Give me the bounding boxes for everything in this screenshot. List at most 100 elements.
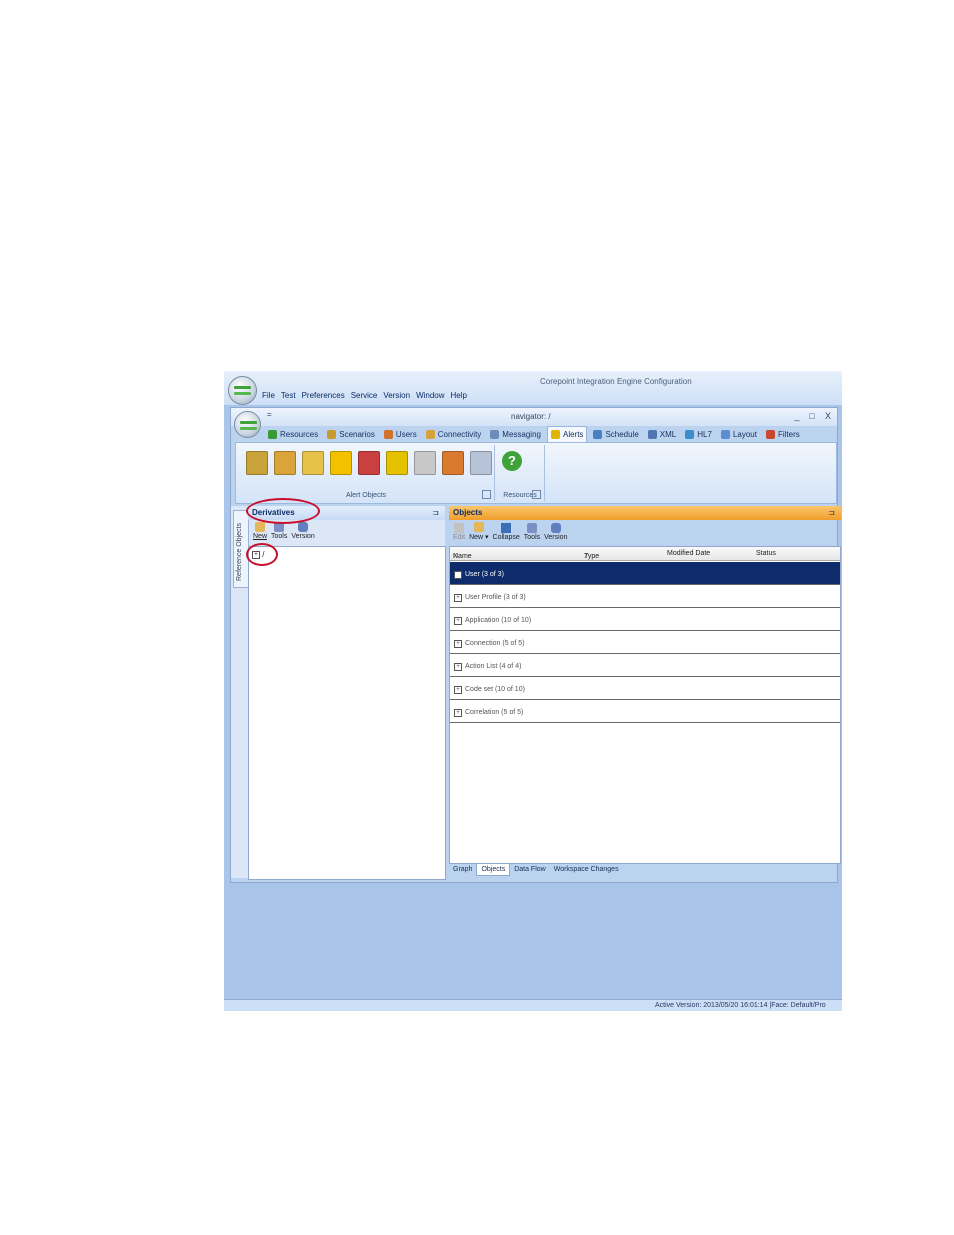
menu-file[interactable]: File [262, 391, 275, 400]
group-row[interactable]: + Correlation (5 of 5) [450, 700, 840, 723]
new-icon [255, 522, 265, 532]
annotation-circle [246, 543, 278, 566]
alert-mail-icon[interactable] [414, 451, 436, 475]
alert-folder-icon[interactable] [302, 451, 324, 475]
resources-icon [268, 429, 277, 439]
menu-test[interactable]: Test [281, 391, 296, 400]
expand-icon[interactable]: + [454, 640, 462, 648]
version-button[interactable]: Version [544, 523, 567, 541]
alert-flag-icon[interactable] [386, 451, 408, 475]
navigator-title: navigator: / [511, 412, 551, 421]
tab-xml[interactable]: XML [645, 426, 679, 442]
grid-header: Name ⁄ Type ⁄ Modified Date Status [450, 547, 840, 561]
expand-icon[interactable]: + [454, 686, 462, 694]
tab-scenarios[interactable]: Scenarios [324, 426, 378, 442]
bottom-tab-data-flow[interactable]: Data Flow [510, 864, 550, 876]
quick-access-toolbar[interactable]: = [267, 410, 272, 419]
navigator-orb-button[interactable] [234, 411, 261, 438]
bottom-tab-workspace-changes[interactable]: Workspace Changes [550, 864, 623, 876]
xml-icon [647, 429, 657, 439]
alert-thermometer-icon[interactable] [358, 451, 380, 475]
tools-button[interactable]: Tools [524, 523, 540, 541]
annotation-circle [246, 498, 320, 524]
tab-label: Filters [777, 429, 800, 439]
objects-grid: Name ⁄ Type ⁄ Modified Date Status + User… [449, 546, 841, 864]
group-row[interactable]: + User (3 of 3) [450, 562, 840, 585]
expand-icon[interactable]: + [454, 617, 462, 625]
group-row[interactable]: + Code set (10 of 10) [450, 677, 840, 700]
tab-schedule[interactable]: Schedule [590, 426, 641, 442]
app-orb-button[interactable] [228, 376, 257, 405]
new-button[interactable]: New [253, 522, 267, 540]
users-icon [383, 429, 393, 439]
menu-version[interactable]: Version [383, 391, 410, 400]
column-name[interactable]: Name ⁄ [453, 550, 472, 560]
maximize-button[interactable]: □ [810, 411, 815, 421]
tab-alerts[interactable]: Alerts [546, 426, 588, 442]
tab-hl7[interactable]: HL7 [682, 426, 715, 442]
resources-launcher[interactable] [532, 490, 541, 499]
pin-icon[interactable]: ⊐ [432, 506, 439, 520]
column-type[interactable]: Type ⁄ [584, 550, 599, 560]
tools-button[interactable]: Tools [271, 522, 287, 540]
app-title: Corepoint Integration Engine Configurati… [540, 377, 692, 386]
group-row[interactable]: + User Profile (3 of 3) [450, 585, 840, 608]
tab-label: Scenarios [339, 429, 375, 439]
group-label: Correlation (5 of 5) [465, 709, 524, 716]
objects-pin-icon[interactable]: ⊐ [828, 506, 835, 520]
objects-header: Objects ⊐ [449, 506, 841, 520]
column-status[interactable]: Status [756, 550, 776, 557]
collapse-button[interactable]: Collapse [493, 523, 520, 541]
group-row[interactable]: + Application (10 of 10) [450, 608, 840, 631]
expand-icon[interactable]: + [454, 663, 462, 671]
menu-help[interactable]: Help [451, 391, 467, 400]
bottom-tab-objects[interactable]: Objects [476, 864, 511, 876]
alerts-icon [550, 430, 560, 439]
alert-mail-list-icon[interactable] [470, 451, 492, 475]
app-window: Corepoint Integration Engine Configurati… [224, 371, 842, 1011]
close-button[interactable]: X [825, 411, 831, 421]
version-button[interactable]: Version [291, 522, 315, 540]
bottom-tabs: Graph Objects Data Flow Workspace Changes [449, 864, 623, 876]
expand-icon[interactable]: + [454, 594, 462, 602]
group-row[interactable]: + Connection (5 of 5) [450, 631, 840, 654]
tab-users[interactable]: Users [381, 426, 420, 442]
group-row[interactable]: + Action List (4 of 4) [450, 654, 840, 677]
expand-icon[interactable]: + [454, 571, 462, 579]
group-label: Application (10 of 10) [465, 617, 532, 624]
alert-objects-group: Alert Objects [238, 445, 495, 501]
edit-button[interactable]: Edit [453, 523, 465, 541]
menu-service[interactable]: Service [351, 391, 378, 400]
tab-connectivity[interactable]: Connectivity [423, 426, 485, 442]
tab-label: Resources [280, 429, 319, 439]
alert-warning-icon[interactable] [330, 451, 352, 475]
navigator-window: = navigator: / _ □ X Resources Scenarios U… [230, 407, 841, 883]
alert-door-icon[interactable] [246, 451, 268, 475]
tab-label: Messaging [502, 429, 541, 439]
minimize-button[interactable]: _ [795, 411, 800, 421]
alert-calendar-icon[interactable] [274, 451, 296, 475]
tab-resources[interactable]: Resources [265, 426, 321, 442]
help-icon[interactable]: ? [502, 451, 522, 471]
group-label: User Profile (3 of 3) [465, 594, 526, 601]
expand-icon[interactable]: + [454, 709, 462, 717]
menu-window[interactable]: Window [416, 391, 444, 400]
ribbon-tabs: Resources Scenarios Users Connectivity Messa… [265, 426, 803, 442]
menu-preferences[interactable]: Preferences [302, 391, 345, 400]
alert-user-icon[interactable] [442, 451, 464, 475]
filters-icon [765, 429, 775, 439]
group-label: Connection (5 of 5) [465, 640, 525, 647]
tab-layout[interactable]: Layout [718, 426, 760, 442]
status-bar: Active Version: 2013/05/20 16:01:14 |Fac… [224, 999, 842, 1011]
column-modified-date[interactable]: Modified Date [667, 550, 710, 557]
alert-objects-launcher[interactable] [482, 490, 491, 499]
tab-messaging[interactable]: Messaging [487, 426, 544, 442]
bottom-tab-graph[interactable]: Graph [449, 864, 476, 876]
objects-panel: Objects ⊐ Edit New ▾ Collapse Tools Vers… [449, 506, 841, 880]
tab-filters[interactable]: Filters [763, 426, 803, 442]
tab-label: Layout [732, 429, 757, 439]
new-icon [473, 522, 484, 532]
new-dropdown-button[interactable]: New ▾ [469, 522, 489, 541]
connectivity-icon [425, 429, 435, 439]
status-text: Active Version: 2013/05/20 16:01:14 |Fac… [655, 1002, 826, 1009]
